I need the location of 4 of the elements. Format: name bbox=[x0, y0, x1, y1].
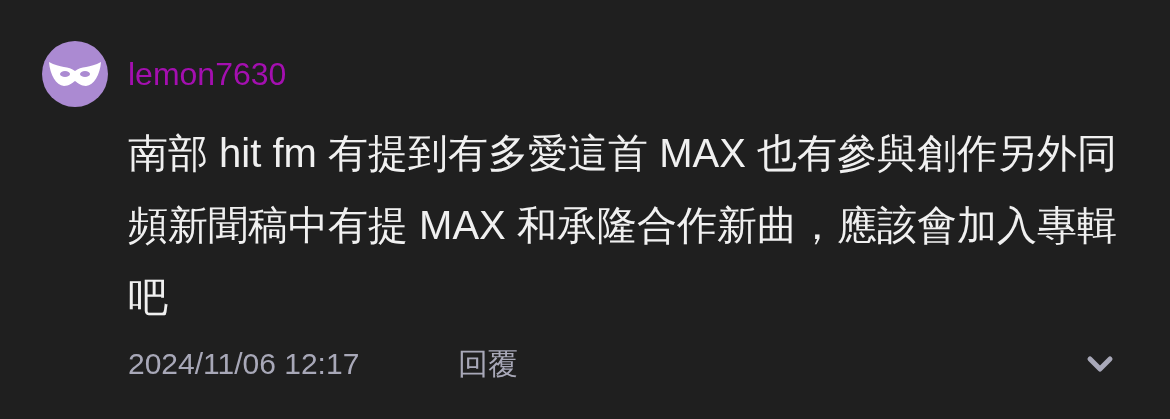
reply-button[interactable]: 回覆 bbox=[458, 341, 518, 386]
comment-text: 南部 hit fm 有提到有多愛這首 MAX 也有參與創作另外同頻新聞稿中有提 MAX 和承隆合作新曲，應該會加入專輯吧 bbox=[128, 130, 1118, 321]
avatar-mask-icon bbox=[42, 41, 108, 107]
timestamp: 2024/11/06 12:17 bbox=[128, 346, 361, 382]
